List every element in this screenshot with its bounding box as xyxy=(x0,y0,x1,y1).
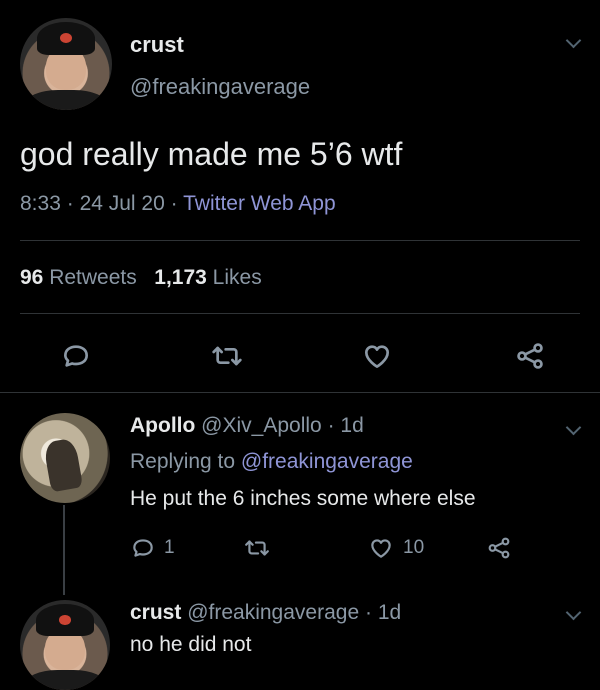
meta-separator: · xyxy=(327,414,335,437)
share-button[interactable] xyxy=(485,535,513,561)
reply-header: crust @freakingaverage · 1d xyxy=(130,601,401,625)
reply-button[interactable]: 1 xyxy=(130,535,175,561)
retweets-label: Retweets xyxy=(49,266,137,289)
chevron-down-icon[interactable] xyxy=(565,419,582,436)
reply-count: 1 xyxy=(164,537,175,558)
divider xyxy=(20,313,580,314)
share-button[interactable] xyxy=(513,340,547,372)
author-name[interactable]: Apollo xyxy=(130,414,195,437)
tweet-time[interactable]: 8:33 xyxy=(20,192,61,215)
share-icon xyxy=(517,343,543,369)
likes-stat[interactable]: 1,173 Likes xyxy=(154,266,261,289)
chevron-down-icon[interactable] xyxy=(565,32,582,49)
retweet-icon xyxy=(212,346,242,366)
like-button[interactable]: 10 xyxy=(367,535,424,561)
divider xyxy=(20,240,580,241)
retweet-button[interactable] xyxy=(210,340,244,372)
tweet-text: god really made me 5’6 wtf xyxy=(20,136,403,172)
tweet-date[interactable]: 24 Jul 20 xyxy=(80,192,165,215)
replying-handle[interactable]: @freakingaverage xyxy=(241,450,413,473)
heart-icon xyxy=(365,345,389,368)
meta-separator: · xyxy=(364,601,372,624)
replying-to: Replying to @freakingaverage xyxy=(130,450,413,474)
retweets-count: 96 xyxy=(20,266,44,289)
heart-icon xyxy=(371,539,391,558)
like-count: 10 xyxy=(403,537,425,558)
reply-age[interactable]: 1d xyxy=(340,414,363,437)
tweet-stats: 96 Retweets 1,173 Likes xyxy=(20,266,262,290)
reply-text: no he did not xyxy=(130,633,252,656)
tweet-meta: 8:33 · 24 Jul 20 · Twitter Web App xyxy=(20,192,336,216)
retweet-button[interactable] xyxy=(243,535,271,561)
share-icon xyxy=(488,537,510,559)
meta-separator: · xyxy=(66,192,74,215)
meta-separator: · xyxy=(170,192,178,215)
author-handle[interactable]: @freakingaverage xyxy=(187,601,359,624)
tweet-source[interactable]: Twitter Web App xyxy=(183,192,336,215)
like-button[interactable] xyxy=(360,340,394,372)
retweet-icon xyxy=(245,540,269,556)
author-handle[interactable]: @freakingaverage xyxy=(130,74,310,100)
author-handle[interactable]: @Xiv_Apollo xyxy=(201,414,322,437)
thread-line xyxy=(63,505,65,595)
chevron-down-icon[interactable] xyxy=(565,604,582,621)
reply-button[interactable] xyxy=(60,340,92,372)
likes-label: Likes xyxy=(212,266,262,289)
reply-text: He put the 6 inches some where else xyxy=(130,487,476,510)
likes-count: 1,173 xyxy=(154,266,207,289)
reply-icon xyxy=(63,345,88,367)
retweets-stat[interactable]: 96 Retweets xyxy=(20,266,143,289)
author-name[interactable]: crust xyxy=(130,601,181,624)
avatar[interactable] xyxy=(20,413,110,503)
divider xyxy=(0,392,600,393)
replying-label: Replying to xyxy=(130,450,236,473)
reply-header: Apollo @Xiv_Apollo · 1d xyxy=(130,414,364,438)
reply-icon xyxy=(133,539,153,557)
reply-age[interactable]: 1d xyxy=(378,601,401,624)
avatar[interactable] xyxy=(20,18,112,110)
author-name[interactable]: crust xyxy=(130,32,184,58)
avatar[interactable] xyxy=(20,600,110,690)
